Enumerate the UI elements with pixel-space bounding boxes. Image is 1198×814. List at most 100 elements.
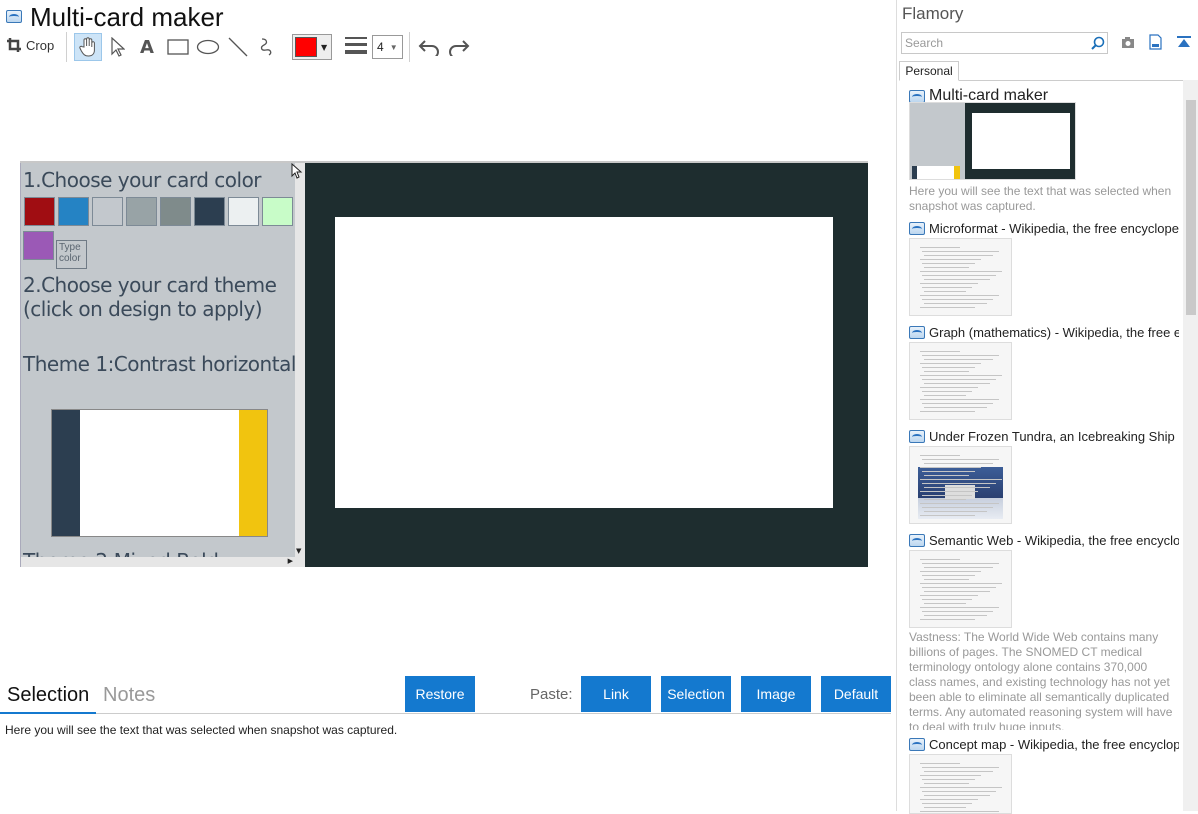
- snapshot-thumbnail[interactable]: [909, 102, 1076, 180]
- vertical-scrollbar[interactable]: ▼: [295, 163, 305, 567]
- thumbnail-text-line: [922, 367, 975, 368]
- tab-personal[interactable]: Personal: [899, 61, 959, 81]
- tabs-divider: [959, 80, 1198, 81]
- thumbnail-text-line: [920, 811, 999, 812]
- hand-tool-button[interactable]: [74, 33, 102, 61]
- thumbnail-text-line: [922, 507, 993, 508]
- collapse-icon[interactable]: [1176, 35, 1192, 49]
- snapshot-title[interactable]: Semantic Web - Wikipedia, the free encyc…: [909, 533, 1179, 548]
- snapshot-title[interactable]: Microformat - Wikipedia, the free encycl…: [909, 221, 1179, 236]
- snapshot-title[interactable]: Graph (mathematics) - Wikipedia, the fre…: [909, 325, 1179, 340]
- paste-link-button[interactable]: Link: [581, 676, 651, 712]
- sidebar-scrollbar-thumb[interactable]: [1186, 100, 1196, 315]
- ellipse-icon: [196, 39, 220, 55]
- thumbnail-text-line: [924, 615, 987, 616]
- hand-icon: [79, 37, 95, 57]
- line-tool-button[interactable]: [224, 33, 252, 61]
- text-icon: A: [140, 36, 154, 58]
- crop-icon: [7, 38, 21, 52]
- thumbnail-text-line: [922, 587, 996, 588]
- color-swatch[interactable]: [23, 231, 54, 260]
- document-icon[interactable]: [1149, 34, 1162, 50]
- tab-selection[interactable]: Selection: [7, 684, 89, 707]
- thumbnail-text-line: [924, 255, 993, 256]
- paste-selection-button[interactable]: Selection: [661, 676, 731, 712]
- thumbnail-text-line: [924, 511, 987, 512]
- color-swatch[interactable]: [160, 197, 191, 226]
- color-swatch[interactable]: [194, 197, 225, 226]
- camera-icon[interactable]: [1121, 36, 1135, 49]
- line-width-select[interactable]: 4 ▼: [372, 35, 403, 59]
- card-preview-canvas[interactable]: [335, 217, 833, 508]
- redo-icon: [449, 40, 470, 56]
- thumbnail-text-line: [922, 599, 972, 600]
- crop-button[interactable]: Crop: [6, 37, 54, 53]
- flamory-sidebar: Flamory Search Personal Multi-card maker…: [896, 0, 1198, 814]
- color-picker[interactable]: ▼: [292, 34, 332, 60]
- thumbnail-text-line: [920, 619, 975, 620]
- mouse-cursor-icon: [291, 163, 303, 179]
- text-tool-button[interactable]: A: [133, 33, 161, 61]
- freehand-tool-button[interactable]: [254, 33, 282, 61]
- theme1-heading: Theme 1:Contrast horizontal: [23, 352, 296, 376]
- rectangle-tool-button[interactable]: [164, 33, 192, 61]
- thumbnail-text-line: [922, 575, 975, 576]
- step2-heading: 2.Choose your card theme: [23, 273, 277, 297]
- thumbnail-text-line: [920, 411, 975, 412]
- thumbnail-text-line: [920, 467, 981, 468]
- color-swatch[interactable]: [92, 197, 123, 226]
- thumbnail-text-line: [924, 463, 993, 464]
- color-swatch[interactable]: [228, 197, 259, 226]
- color-swatch: [295, 37, 317, 57]
- theme1-left-band: [52, 410, 80, 536]
- redo-button[interactable]: [445, 33, 473, 61]
- search-input[interactable]: Search: [901, 32, 1108, 54]
- thumbnail-text-line: [922, 483, 996, 484]
- snapshot-thumbnail[interactable]: [909, 342, 1012, 420]
- thumbnail-text-line: [920, 307, 975, 308]
- snapshot-thumbnail[interactable]: [909, 754, 1012, 814]
- page-icon: [909, 222, 925, 235]
- thumbnail-text-line: [920, 799, 978, 800]
- select-tool-button[interactable]: [104, 33, 132, 61]
- thumbnail-text-line: [922, 403, 993, 404]
- thumbnail-text-line: [924, 807, 966, 808]
- page-title: Multi-card maker: [30, 2, 224, 32]
- snapshot-thumbnail[interactable]: [909, 238, 1012, 316]
- color-swatch[interactable]: [24, 197, 55, 226]
- thumbnail-text-line: [922, 287, 972, 288]
- thumbnail-text-line: [920, 491, 978, 492]
- thumbnail-text-line: [922, 299, 993, 300]
- restore-button[interactable]: Restore: [405, 676, 475, 712]
- thumbnail-text-line: [920, 775, 981, 776]
- thumbnail-text-line: [920, 559, 960, 560]
- tab-selection-underline: [0, 712, 96, 714]
- ellipse-tool-button[interactable]: [194, 33, 222, 61]
- line-width-icon: [345, 37, 367, 54]
- paste-image-button[interactable]: Image: [741, 676, 811, 712]
- snapshot-title[interactable]: Under Frozen Tundra, an Icebreaking Ship…: [909, 429, 1179, 444]
- type-color-button[interactable]: Type color: [56, 240, 87, 269]
- paste-default-button[interactable]: Default: [821, 676, 891, 712]
- color-swatch[interactable]: [126, 197, 157, 226]
- search-icon[interactable]: [1091, 36, 1105, 50]
- color-swatch[interactable]: [262, 197, 293, 226]
- theme1-preview[interactable]: [51, 409, 268, 537]
- thumbnail-text-line: [920, 259, 981, 260]
- snapshot-title[interactable]: Concept map - Wikipedia, the free encycl…: [909, 737, 1179, 752]
- undo-button[interactable]: [415, 33, 443, 61]
- thumbnail-text-line: [920, 595, 978, 596]
- snapshot-thumbnail[interactable]: [909, 550, 1012, 628]
- thumbnail-text-line: [922, 275, 996, 276]
- thumbnail-text-line: [922, 459, 999, 460]
- page-icon: [909, 326, 925, 339]
- horizontal-scrollbar[interactable]: ▶: [21, 557, 296, 567]
- snapshot-thumbnail[interactable]: [909, 446, 1012, 524]
- selection-text-area[interactable]: Here you will see the text that was sele…: [5, 723, 885, 737]
- thumbnail-text-line: [922, 251, 999, 252]
- tab-notes[interactable]: Notes: [103, 684, 155, 707]
- thumbnail-text-line: [922, 767, 999, 768]
- thumbnail-text-line: [924, 407, 987, 408]
- color-swatch[interactable]: [58, 197, 89, 226]
- page-icon: [909, 430, 925, 443]
